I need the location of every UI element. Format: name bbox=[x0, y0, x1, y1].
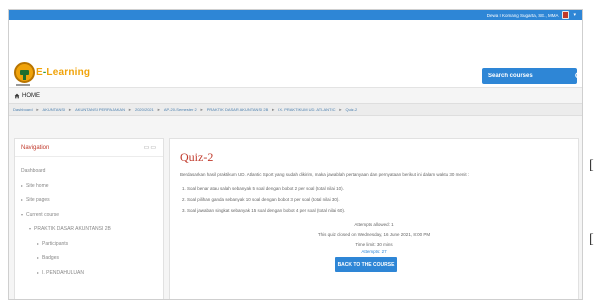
side-mark: [ bbox=[589, 232, 594, 247]
quiz-intro: Berdasarkan hasil praktikum UD. Atlantic… bbox=[180, 172, 470, 177]
breadcrumb-item-section[interactable]: IX. PRAKTIKUM UD. ATLANTIC bbox=[278, 107, 335, 112]
breadcrumb-separator: ► bbox=[35, 107, 40, 112]
page-title: Quiz-2 bbox=[180, 150, 214, 164]
nav-item-site-pages[interactable]: ▸ Site pages bbox=[21, 197, 50, 203]
home-link[interactable]: HOME bbox=[14, 93, 40, 99]
chevron-down-icon[interactable]: ▾ bbox=[573, 12, 576, 18]
breadcrumb-item-akuntansi[interactable]: AKUNTANSI bbox=[43, 107, 66, 112]
breadcrumb-separator: ► bbox=[156, 107, 161, 112]
chevron-right-icon: ▸ bbox=[21, 183, 24, 188]
search-input[interactable] bbox=[482, 68, 575, 84]
chevron-right-icon: ▸ bbox=[37, 270, 40, 275]
nav-item-participants[interactable]: ▸ Participants bbox=[37, 241, 68, 247]
logo-tagline-divider bbox=[16, 84, 30, 86]
nav-item-site-home[interactable]: ▸ Site home bbox=[21, 183, 49, 189]
site-logo[interactable]: E-Learning bbox=[14, 62, 90, 83]
avatar[interactable] bbox=[562, 11, 570, 19]
breadcrumb-separator: ► bbox=[199, 107, 204, 112]
search-icon[interactable] bbox=[575, 68, 582, 84]
nav-item-pendahuluan[interactable]: ▸ I. PENDAHULUAN bbox=[37, 270, 84, 276]
nav-item-course[interactable]: ▾ PRAKTIK DASAR AKUNTANSI 2B bbox=[29, 226, 111, 232]
logo-text: E-Learning bbox=[36, 67, 91, 78]
quiz-rule: 2. Soal pilihan ganda sebanyak 10 soal d… bbox=[182, 197, 340, 202]
breadcrumb-item-semester[interactable]: AP-20-Semester 2 bbox=[164, 107, 197, 112]
browser-viewport: Dewa I Komang Sugarta, SE., MMA ▾ E-Lear… bbox=[8, 9, 583, 300]
breadcrumb-separator: ► bbox=[271, 107, 276, 112]
chevron-down-icon: ▾ bbox=[21, 212, 24, 217]
nav-item-current-course[interactable]: ▾ Current course bbox=[21, 212, 59, 218]
block-controls-icon[interactable]: ▭▭ bbox=[144, 144, 157, 151]
back-to-course-button[interactable]: BACK TO THE COURSE bbox=[335, 257, 397, 272]
user-name[interactable]: Dewa I Komang Sugarta, SE., MMA bbox=[487, 13, 559, 18]
top-bar: Dewa I Komang Sugarta, SE., MMA ▾ bbox=[9, 10, 582, 20]
nav-item-dashboard[interactable]: Dashboard bbox=[21, 168, 45, 174]
nav-item-badges[interactable]: ▸ Badges bbox=[37, 255, 59, 261]
chevron-right-icon: ▸ bbox=[37, 241, 40, 246]
breadcrumb-separator: ► bbox=[338, 107, 343, 112]
breadcrumb-item-akuntansi-perpajakan[interactable]: AKUNTANSI PERPAJAKAN bbox=[75, 107, 125, 112]
navigation-title: Navigation bbox=[21, 144, 50, 151]
attempts-allowed: Attempts allowed: 1 bbox=[354, 222, 394, 227]
quiz-main-region: Quiz-2 Berdasarkan hasil praktikum UD. A… bbox=[169, 138, 579, 299]
logo-icon bbox=[14, 62, 35, 83]
chevron-right-icon: ▸ bbox=[37, 255, 40, 260]
chevron-right-icon: ▸ bbox=[21, 197, 24, 202]
breadcrumb-item-course[interactable]: PRAKTIK DASAR AKUNTANSI 2B bbox=[207, 107, 269, 112]
quiz-rule: 3. Soal jawaban singkat sebanyak 15 soal… bbox=[182, 208, 346, 213]
breadcrumb-item-dashboard[interactable]: Dashboard bbox=[13, 107, 33, 112]
breadcrumb: Dashboard ► AKUNTANSI ► AKUNTANSI PERPAJAK… bbox=[9, 103, 582, 116]
chevron-down-icon: ▾ bbox=[29, 226, 32, 231]
search-bar bbox=[482, 68, 582, 84]
breadcrumb-separator: ► bbox=[128, 107, 132, 112]
breadcrumb-item-year[interactable]: 2020/2021 bbox=[135, 107, 154, 112]
home-icon bbox=[14, 93, 20, 99]
user-menu[interactable]: Dewa I Komang Sugarta, SE., MMA ▾ bbox=[487, 10, 576, 20]
attempts-link[interactable]: Attempts: 27 bbox=[170, 249, 578, 254]
navigation-block: Navigation ▭▭ Dashboard ▸ Site home ▸ Site… bbox=[14, 138, 164, 299]
quiz-rule: 1. Soal benar atau salah sebanyak 5 soal… bbox=[182, 186, 344, 191]
breadcrumb-item-current[interactable]: Quiz-2 bbox=[345, 107, 357, 112]
navigation-header: Navigation ▭▭ bbox=[15, 139, 163, 157]
breadcrumb-separator: ► bbox=[68, 107, 73, 112]
time-limit: Time limit: 30 mins bbox=[355, 242, 393, 247]
quiz-closed-info: This quiz closed on Wednesday, 16 June 2… bbox=[317, 232, 431, 237]
home-label[interactable]: HOME bbox=[22, 93, 40, 99]
side-mark: [ bbox=[589, 158, 594, 173]
site-header: E-Learning bbox=[9, 20, 582, 88]
